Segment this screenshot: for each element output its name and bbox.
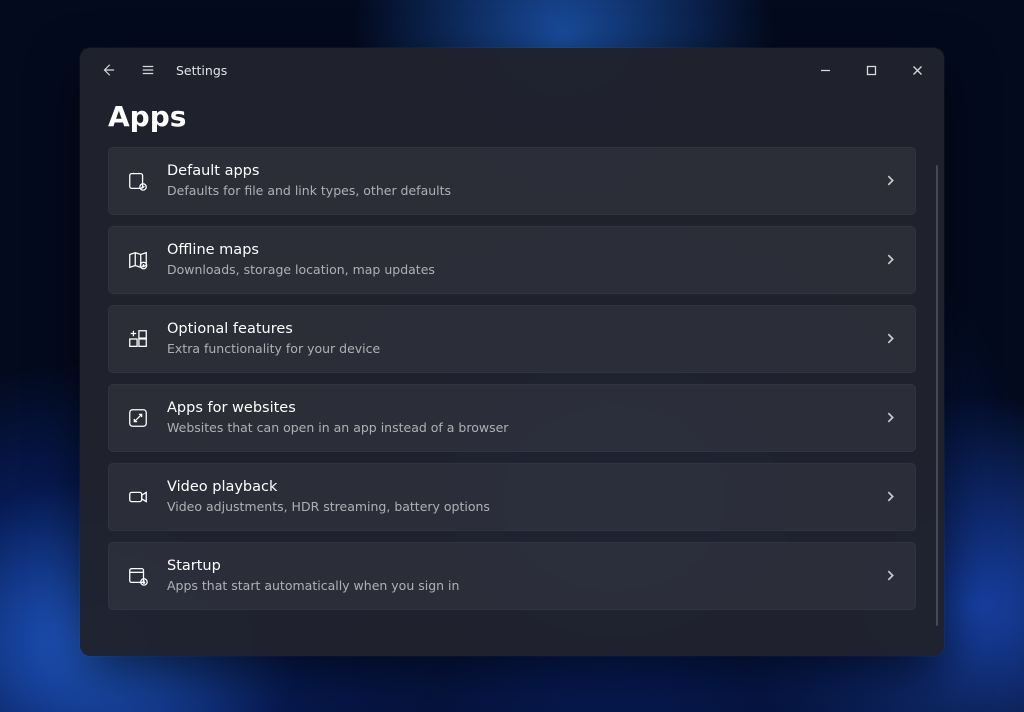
close-icon — [912, 65, 923, 76]
card-description: Video adjustments, HDR streaming, batter… — [167, 499, 884, 516]
card-text: Offline maps Downloads, storage location… — [167, 241, 884, 278]
card-description: Downloads, storage location, map updates — [167, 262, 884, 279]
card-title: Startup — [167, 557, 884, 577]
minimize-icon — [820, 65, 831, 76]
card-title: Optional features — [167, 320, 884, 340]
nav-menu-button[interactable] — [128, 52, 168, 88]
maximize-icon — [866, 65, 877, 76]
card-title: Apps for websites — [167, 399, 884, 419]
card-text: Default apps Defaults for file and link … — [167, 162, 884, 199]
chevron-right-icon — [884, 409, 897, 428]
chevron-right-icon — [884, 251, 897, 270]
page-heading: Apps — [108, 100, 944, 133]
default-apps-item[interactable]: Default apps Defaults for file and link … — [108, 147, 916, 215]
offline-maps-item[interactable]: Offline maps Downloads, storage location… — [108, 226, 916, 294]
card-description: Apps that start automatically when you s… — [167, 578, 884, 595]
title-bar: Settings — [80, 48, 944, 92]
card-text: Video playback Video adjustments, HDR st… — [167, 478, 884, 515]
settings-list: Default apps Defaults for file and link … — [80, 147, 944, 656]
card-text: Optional features Extra functionality fo… — [167, 320, 884, 357]
settings-window: Settings Apps Default apps Defaults for … — [80, 48, 944, 656]
card-description: Websites that can open in an app instead… — [167, 420, 884, 437]
card-text: Startup Apps that start automatically wh… — [167, 557, 884, 594]
minimize-button[interactable] — [802, 54, 848, 86]
chevron-right-icon — [884, 567, 897, 586]
card-title: Video playback — [167, 478, 884, 498]
video-playback-item[interactable]: Video playback Video adjustments, HDR st… — [108, 463, 916, 531]
close-button[interactable] — [894, 54, 940, 86]
scrollbar[interactable] — [936, 165, 938, 626]
optional-features-item[interactable]: Optional features Extra functionality fo… — [108, 305, 916, 373]
chevron-right-icon — [884, 172, 897, 191]
video-playback-icon — [127, 486, 149, 508]
back-arrow-icon — [101, 63, 115, 77]
card-description: Defaults for file and link types, other … — [167, 183, 884, 200]
hamburger-icon — [141, 63, 155, 77]
card-title: Offline maps — [167, 241, 884, 261]
startup-item[interactable]: Startup Apps that start automatically wh… — [108, 542, 916, 610]
default-apps-icon — [127, 170, 149, 192]
maximize-button[interactable] — [848, 54, 894, 86]
back-button[interactable] — [88, 52, 128, 88]
chevron-right-icon — [884, 330, 897, 349]
apps-for-websites-icon — [127, 407, 149, 429]
card-text: Apps for websites Websites that can open… — [167, 399, 884, 436]
apps-for-websites-item[interactable]: Apps for websites Websites that can open… — [108, 384, 916, 452]
startup-icon — [127, 565, 149, 587]
optional-features-icon — [127, 328, 149, 350]
chevron-right-icon — [884, 488, 897, 507]
offline-maps-icon — [127, 249, 149, 271]
card-description: Extra functionality for your device — [167, 341, 884, 358]
window-title: Settings — [176, 63, 227, 78]
card-title: Default apps — [167, 162, 884, 182]
